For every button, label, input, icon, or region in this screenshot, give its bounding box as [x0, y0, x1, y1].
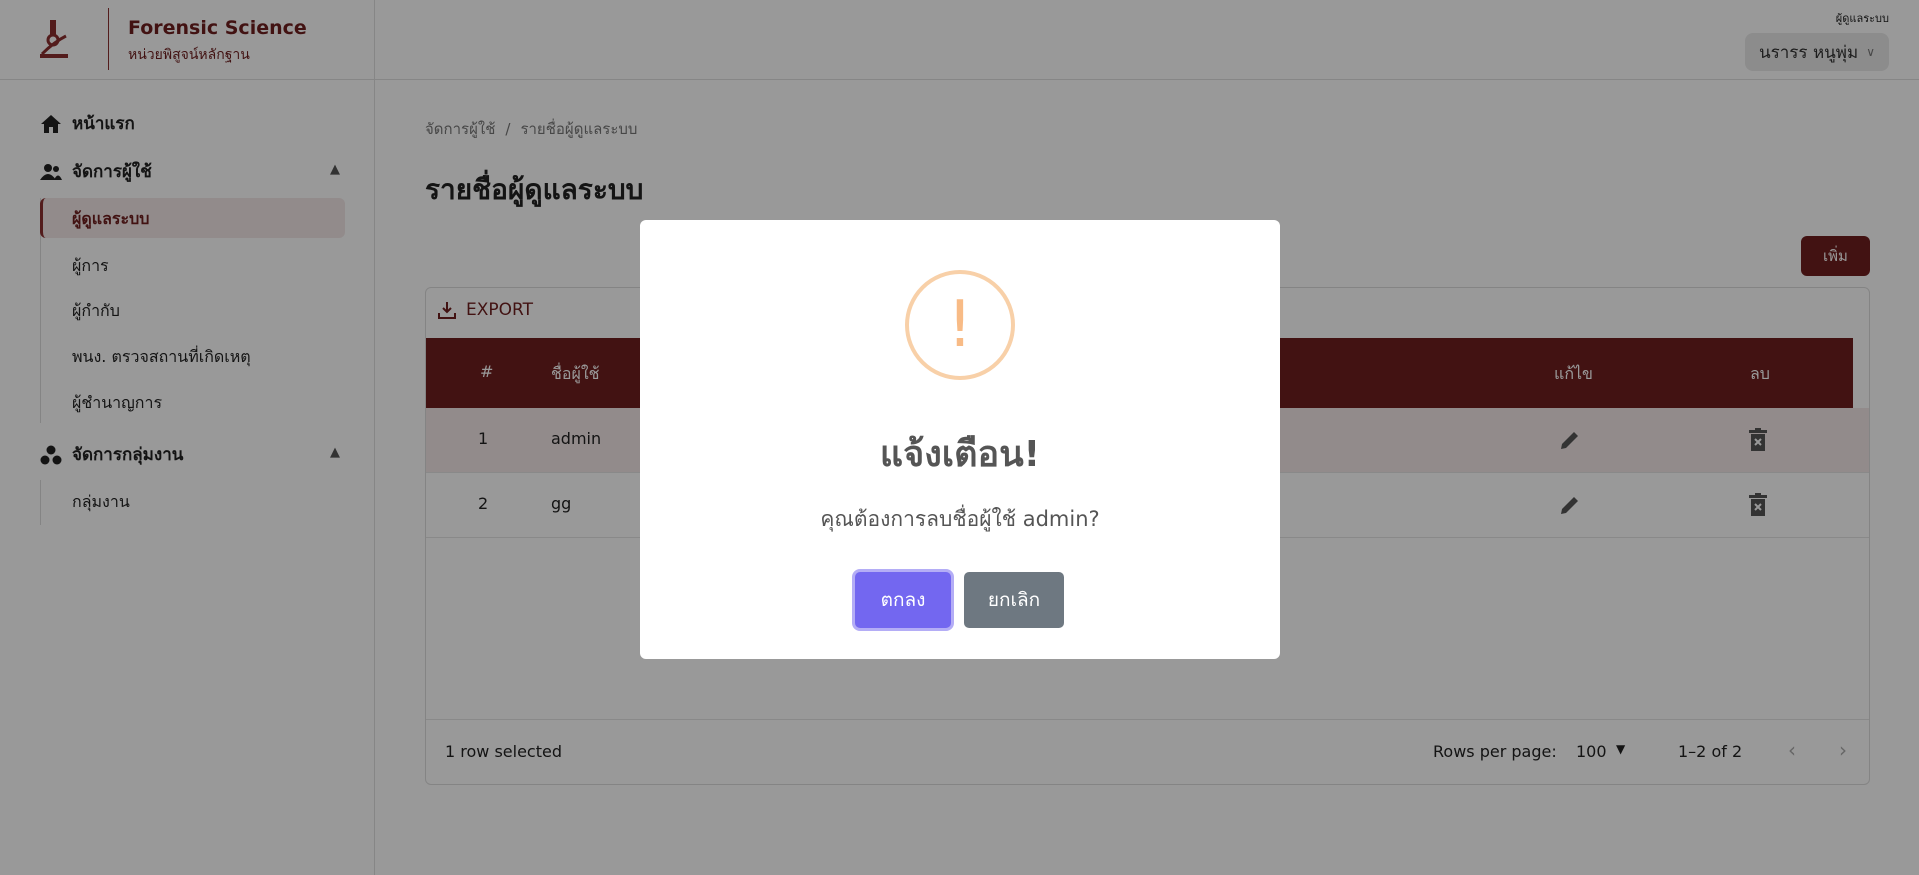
dialog-message: คุณต้องการลบชื่อผู้ใช้ admin?: [820, 507, 1100, 531]
confirm-button[interactable]: ตกลง: [855, 572, 951, 628]
confirm-dialog: ! แจ้งเตือน! คุณต้องการลบชื่อผู้ใช้ admi…: [640, 220, 1280, 659]
dialog-title: แจ้งเตือน!: [879, 434, 1041, 475]
warning-icon: !: [905, 270, 1015, 380]
cancel-button[interactable]: ยกเลิก: [964, 572, 1064, 628]
